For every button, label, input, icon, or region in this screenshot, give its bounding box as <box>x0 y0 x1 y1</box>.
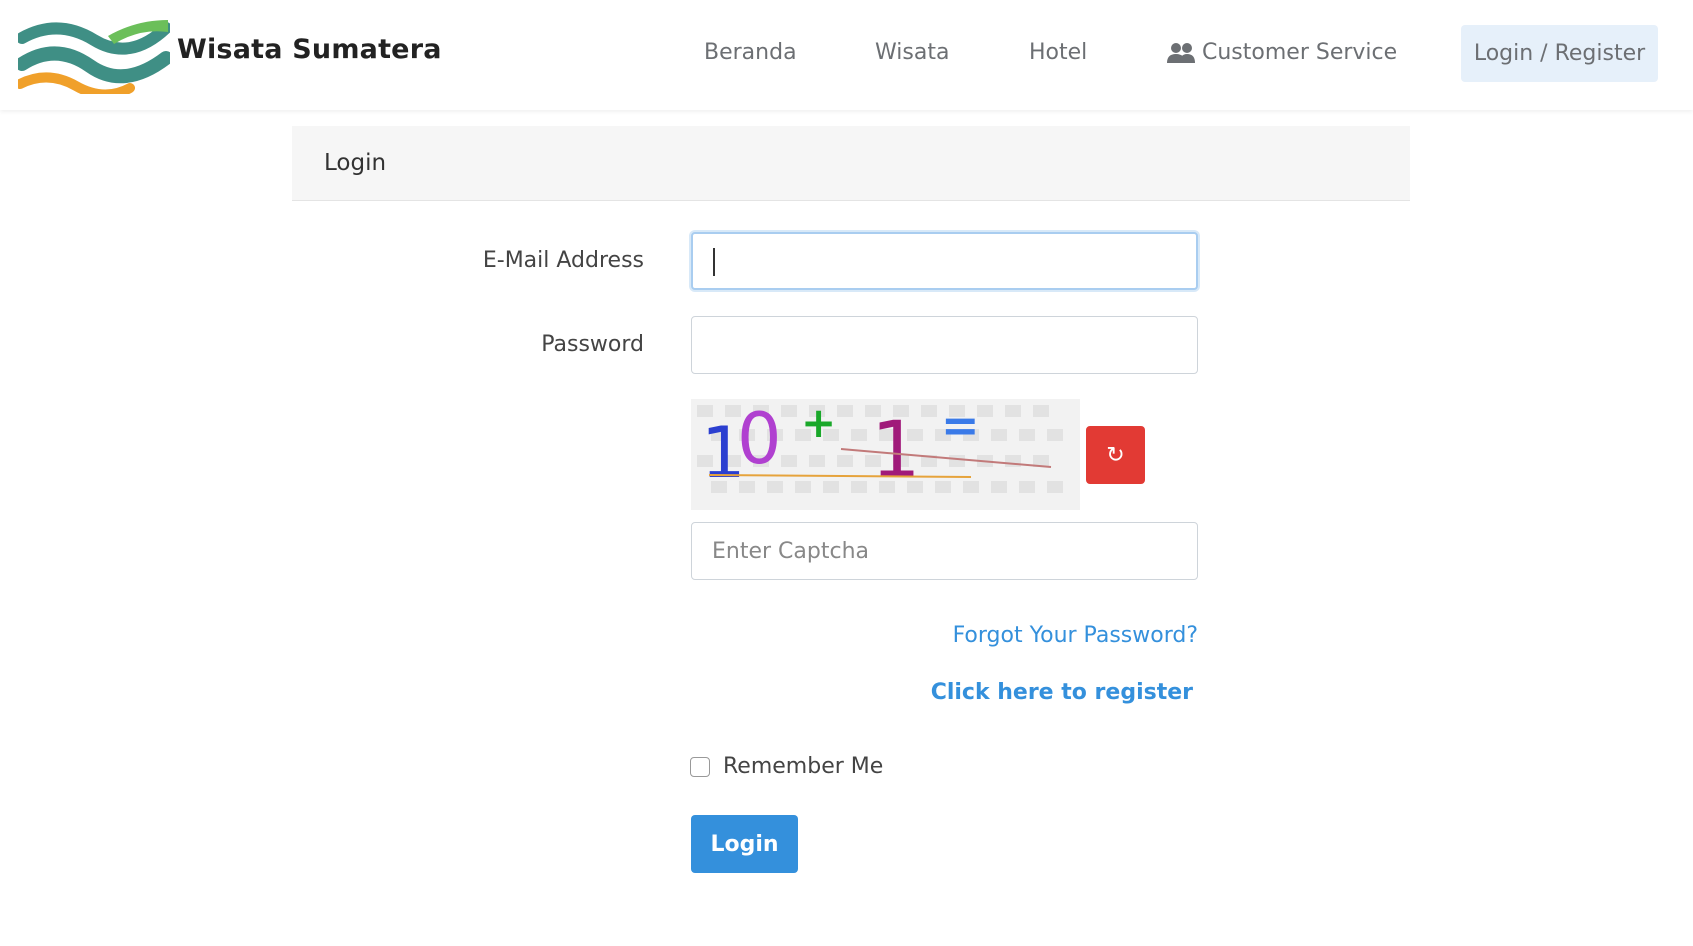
remember-me-checkbox[interactable] <box>690 757 710 777</box>
nav-wisata[interactable]: Wisata <box>875 40 949 65</box>
nav-customer-service-label: Customer Service <box>1202 40 1398 65</box>
password-field[interactable] <box>691 316 1198 374</box>
captcha-input[interactable] <box>691 522 1198 580</box>
email-field[interactable] <box>691 232 1198 290</box>
brand-name[interactable]: Wisata Sumatera <box>177 34 442 65</box>
nav-login-register-button[interactable]: Login / Register <box>1461 25 1658 82</box>
captcha-image: 1 0 + 1 = <box>691 399 1080 510</box>
svg-text:=: = <box>941 399 980 452</box>
svg-text:0: 0 <box>737 399 782 480</box>
svg-text:+: + <box>801 399 836 447</box>
nav-beranda[interactable]: Beranda <box>704 40 797 65</box>
text-caret <box>713 248 715 276</box>
users-icon <box>1167 42 1195 63</box>
forgot-password-link[interactable]: Forgot Your Password? <box>880 623 1198 648</box>
email-label: E-Mail Address <box>482 248 644 273</box>
nav-customer-service[interactable]: Customer Service <box>1166 40 1397 65</box>
nav-hotel[interactable]: Hotel <box>1029 40 1087 65</box>
card-header: Login <box>292 126 1410 201</box>
password-label: Password <box>541 332 644 357</box>
navbar: Wisata Sumatera Beranda Wisata Hotel Cus… <box>0 0 1693 110</box>
card-title: Login <box>324 150 387 176</box>
register-link[interactable]: Click here to register <box>880 680 1193 705</box>
remember-me-label[interactable]: Remember Me <box>723 754 883 779</box>
login-button[interactable]: Login <box>691 815 798 873</box>
brand-logo[interactable] <box>18 14 170 94</box>
captcha-refresh-button[interactable]: ↻ <box>1086 426 1145 484</box>
svg-text:1: 1 <box>871 406 921 496</box>
